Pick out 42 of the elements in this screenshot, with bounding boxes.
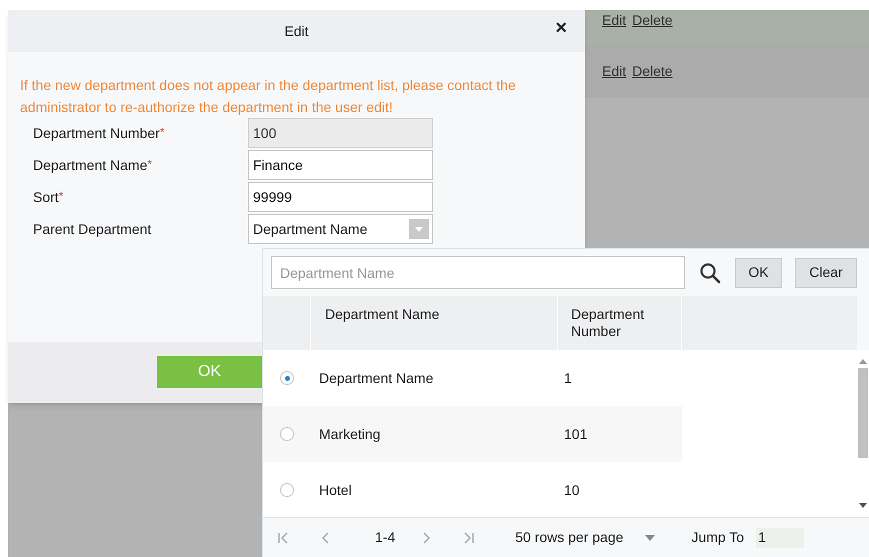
first-page-icon[interactable] <box>277 532 289 544</box>
caret-icon <box>409 219 429 239</box>
previous-page-icon[interactable] <box>321 532 331 544</box>
caret-icon <box>645 534 656 540</box>
scroll-down-icon[interactable] <box>859 503 867 509</box>
radio-button[interactable] <box>280 371 294 385</box>
rows-per-page-dropdown[interactable]: 50 rows per page <box>515 527 656 548</box>
field-label: Sort* <box>32 188 64 206</box>
notice-text: If the new department does not appear in the department list, please contact the administrator to re-authorize the department in the user edit! <box>20 76 517 117</box>
jump-to-label: Jump To <box>691 528 744 547</box>
column-header: Department Number <box>571 306 646 340</box>
scrollbar[interactable] <box>857 350 869 517</box>
last-page-icon[interactable] <box>463 532 476 544</box>
field-label: Department Number* <box>32 124 166 143</box>
radio-button[interactable] <box>280 427 294 441</box>
column-header: Department Name <box>325 306 440 322</box>
ok-button[interactable]: OK <box>735 258 782 288</box>
dialog-title: Edit <box>284 22 309 40</box>
row-link[interactable]: Delete <box>632 61 673 82</box>
scroll-up-icon[interactable] <box>859 358 867 364</box>
table-cell-text: 1 <box>564 368 573 388</box>
radio-button[interactable] <box>280 483 294 497</box>
clear-button[interactable]: Clear <box>795 258 857 288</box>
table-cell-text: Hotel <box>318 480 353 500</box>
next-page-icon[interactable] <box>421 532 432 544</box>
field-label: Department Name* <box>32 156 154 175</box>
row-link[interactable]: Delete <box>632 10 673 31</box>
jump-to-field[interactable]: 1 <box>756 528 804 548</box>
page-range: 1-4 <box>375 528 396 547</box>
field-label: Parent Department <box>32 220 152 239</box>
table-cell-text: Department Name <box>318 368 434 388</box>
table-cell-text: Marketing <box>318 424 382 444</box>
table-cell-text: 10 <box>564 480 581 500</box>
parent-department-select[interactable]: Department Name <box>248 214 433 244</box>
table-cell-text: 101 <box>564 424 588 444</box>
row-link[interactable]: Edit <box>602 10 626 31</box>
search-icon[interactable] <box>699 262 721 284</box>
text-field[interactable]: 99999 <box>248 182 433 212</box>
text-field[interactable]: Finance <box>248 150 433 180</box>
close-button[interactable]: × <box>551 18 571 38</box>
row-link[interactable]: Edit <box>602 61 626 82</box>
search-field[interactable]: Department Name <box>271 256 685 289</box>
